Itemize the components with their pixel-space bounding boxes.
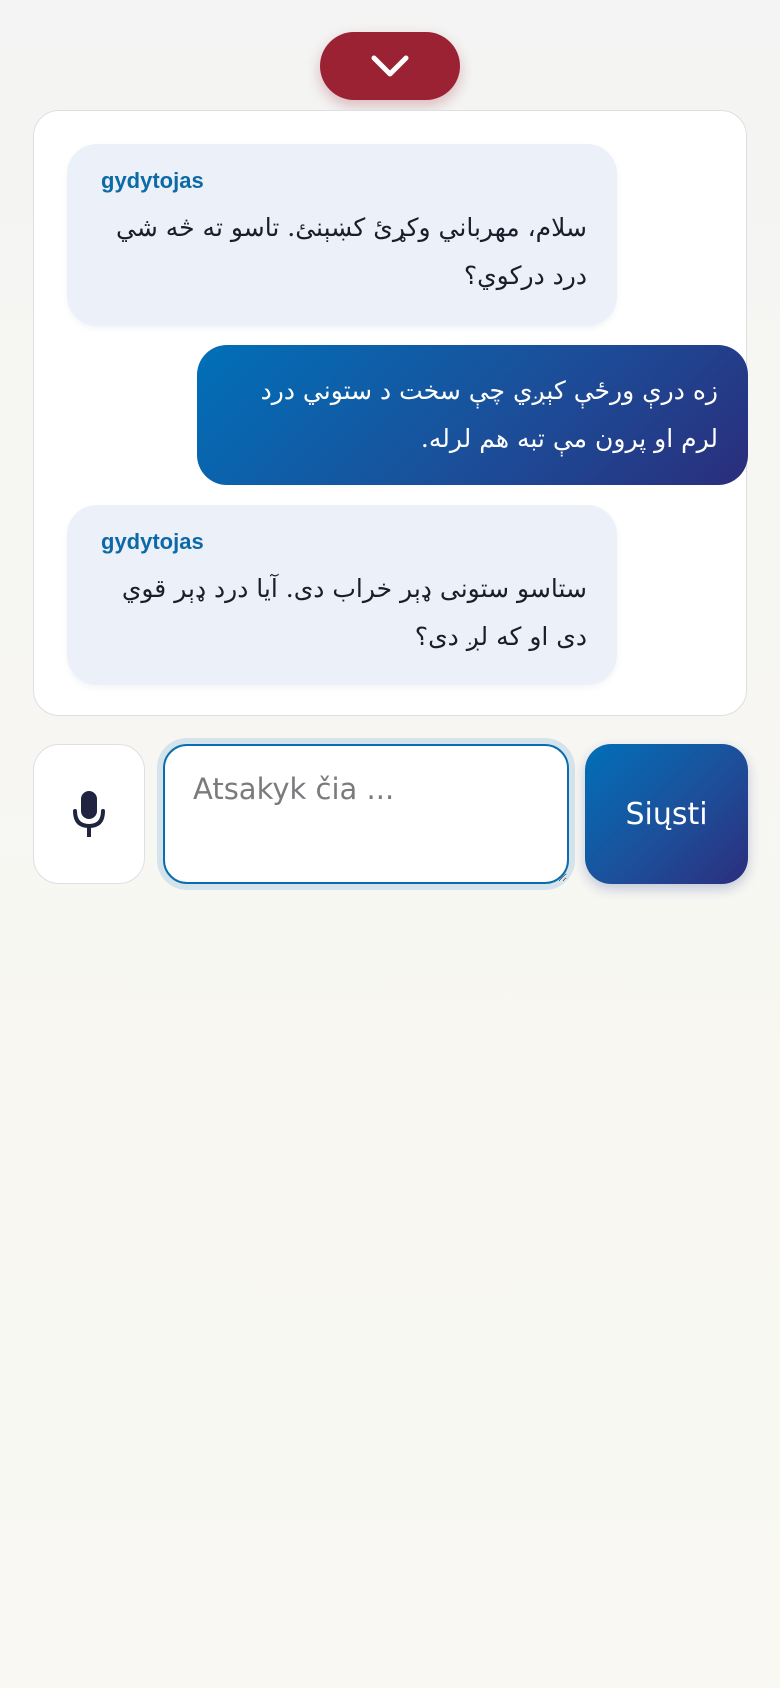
chevron-down-icon <box>371 55 409 77</box>
message-text: زه درې ورځې کېږي چې سخت د ستوني درد لرم … <box>260 376 718 453</box>
microphone-button[interactable] <box>33 744 145 884</box>
microphone-icon <box>73 791 105 837</box>
answer-input[interactable] <box>163 744 569 884</box>
message-sender: gydytojas <box>101 529 204 554</box>
message-sender: gydytojas <box>101 168 204 193</box>
answer-input-focus-ring <box>157 738 575 890</box>
send-button[interactable]: Siųsti <box>585 744 748 884</box>
doctor-message: gydytojas سلام، مهرباني وکړئ کښېنئ. تاسو… <box>67 144 617 326</box>
patient-message: زه درې ورځې کېږي چې سخت د ستوني درد لرم … <box>197 345 748 485</box>
message-text: ستاسو ستونی ډېر خراب دی. آیا درد ډېر قوي… <box>121 574 587 651</box>
chat-panel: gydytojas سلام، مهرباني وکړئ کښېنئ. تاسو… <box>33 110 748 716</box>
collapse-button[interactable] <box>320 32 460 100</box>
doctor-message: gydytojas ستاسو ستونی ډېر خراب دی. آیا د… <box>67 505 617 685</box>
message-text: سلام، مهرباني وکړئ کښېنئ. تاسو ته څه شي … <box>116 213 587 290</box>
